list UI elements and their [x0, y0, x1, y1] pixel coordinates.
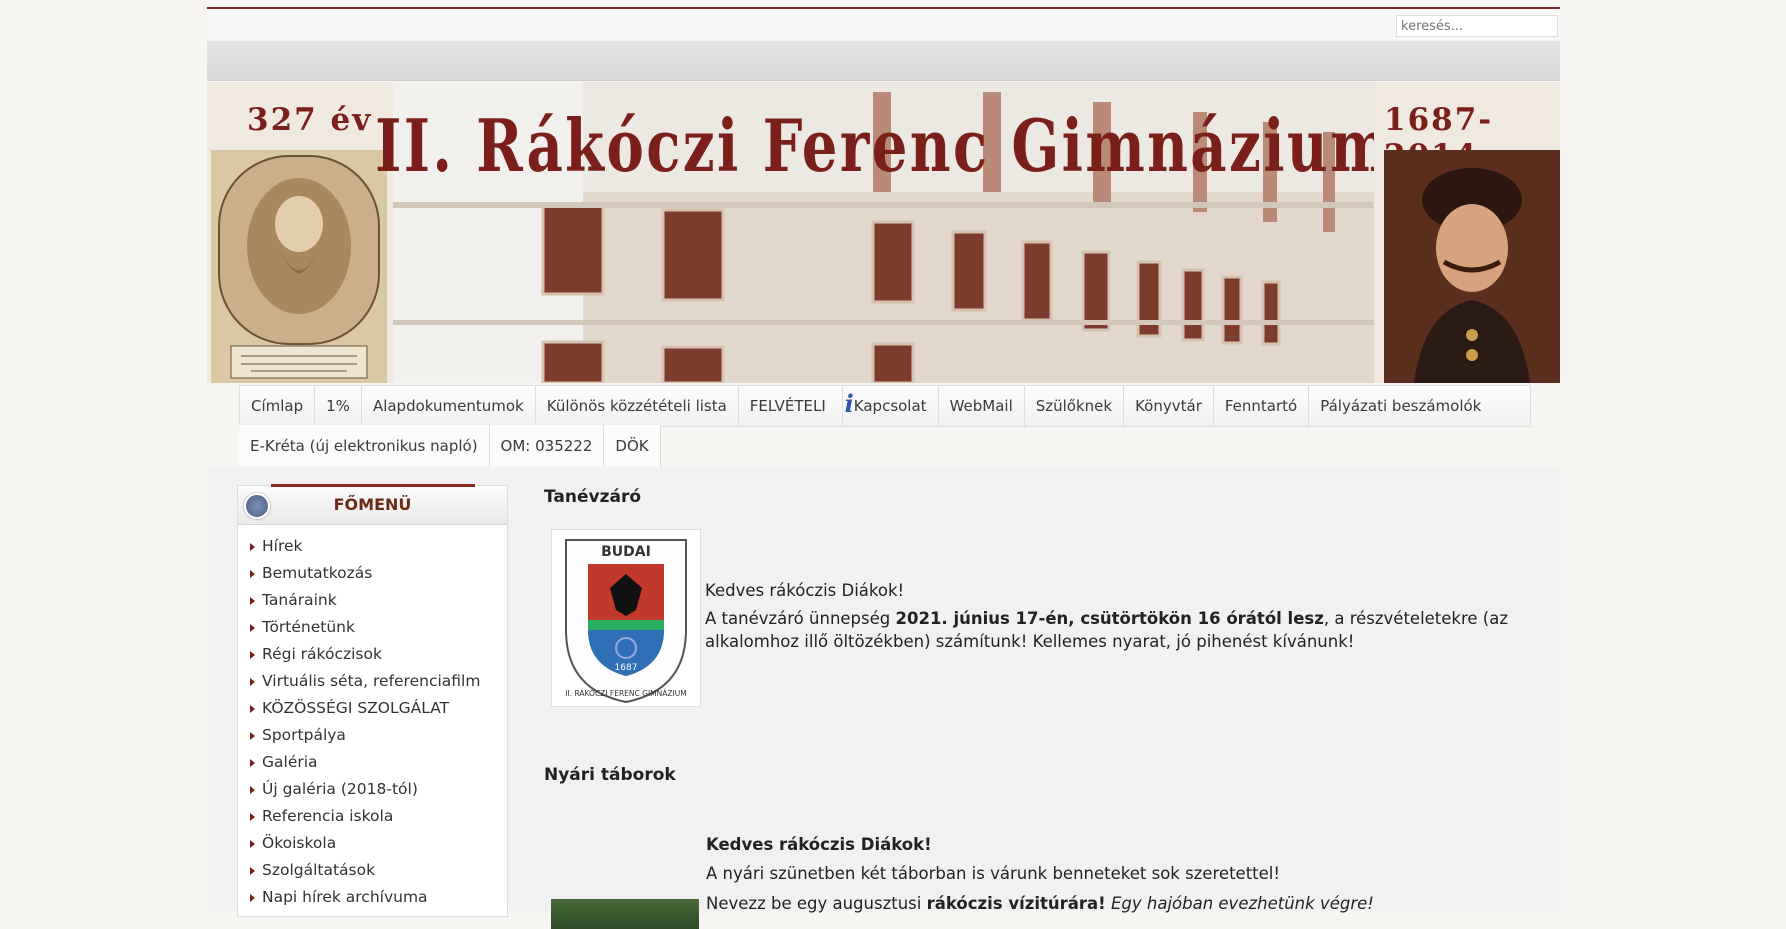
sidebar-main-menu: FŐMENÜ Hírek Bemutatkozás Tanáraink Tört…: [237, 484, 508, 917]
banner-title: II. Rákóczi Ferenc Gimnázium: [375, 102, 1392, 188]
nav-cimlap[interactable]: Címlap: [240, 386, 316, 426]
sidebar-item-szolgaltatasok[interactable]: Szolgáltatások: [250, 857, 507, 884]
article-paragraph: A tanévzáró ünnepség 2021. június 17-én,…: [705, 607, 1508, 653]
content-area: FŐMENÜ Hírek Bemutatkozás Tanáraink Tört…: [207, 467, 1560, 929]
sidebar-item-tortenetunk[interactable]: Történetünk: [250, 614, 507, 641]
sidebar-item-kozossegi-szolgalat[interactable]: KÖZÖSSÉGI SZOLGÁLAT: [250, 695, 507, 722]
nav-konyvtar[interactable]: Könyvtár: [1124, 386, 1214, 426]
nav-om-code[interactable]: OM: 035222: [489, 425, 605, 467]
sidebar-item-bemutatkozas[interactable]: Bemutatkozás: [250, 560, 507, 587]
article2-line2: Nevezz be egy augusztusi rákóczis vízitú…: [706, 892, 1374, 915]
sidebar-title: FŐMENÜ: [333, 495, 412, 514]
banner-right-panel: 1687-2014: [1374, 82, 1560, 383]
camp-photo-thumbnail: [551, 899, 699, 929]
crest-top-text: BUDAI: [601, 544, 651, 560]
nav-felveteli-label: FELVÉTELI: [749, 397, 826, 415]
article2-greeting: Kedves rákóczis Diákok!: [706, 835, 932, 854]
article-title-nyari-taborok[interactable]: Nyári táborok: [544, 765, 676, 785]
nav-kozzeteteli-lista[interactable]: Különös közzétételi lista: [536, 386, 739, 426]
sidebar-item-uj-galeria[interactable]: Új galéria (2018-tól): [250, 776, 507, 803]
nav-fenntarto[interactable]: Fenntartó: [1214, 386, 1310, 426]
article-paragraph-pre: A tanévzáró ünnepség: [705, 609, 896, 628]
nav-alapdokumentumok[interactable]: Alapdokumentumok: [362, 386, 536, 426]
sidebar-item-napi-hirek-archivuma[interactable]: Napi hírek archívuma: [250, 884, 507, 911]
sidebar-item-referencia-iskola[interactable]: Referencia iskola: [250, 803, 507, 830]
article2-line2-pre: Nevezz be egy augusztusi: [706, 894, 927, 913]
banner: 327 év II. Rákóczi Ferenc Gimnázium 1687…: [207, 82, 1560, 383]
portrait-rakoczi: [1384, 150, 1560, 383]
top-bar: [207, 9, 1560, 41]
nav-kapcsolat[interactable]: Kapcsolat: [843, 386, 939, 426]
banner-left-label: 327 év: [247, 102, 373, 138]
nav-e-kreta[interactable]: E-Kréta (új elektronikus napló): [239, 425, 490, 467]
sidebar-item-okoiskola[interactable]: Ökoiskola: [250, 830, 507, 857]
secondary-nav: E-Kréta (új elektronikus napló) OM: 0352…: [239, 425, 661, 467]
article-greeting: Kedves rákóczis Diákok!: [705, 581, 905, 600]
sidebar-item-virtualis-seta[interactable]: Virtuális séta, referenciafilm: [250, 668, 507, 695]
school-crest-image: BUDAI 1687 II. RÁKÓCZI FERENC GIMNÁZIUM: [551, 529, 701, 707]
sidebar-header: FŐMENÜ: [238, 484, 507, 525]
banner-left-panel: 327 év: [207, 82, 393, 383]
nav-felveteli[interactable]: FELVÉTELI i: [739, 386, 854, 426]
sidebar-item-regi-rakoczisok[interactable]: Régi rákóczisok: [250, 641, 507, 668]
sidebar-menu-list: Hírek Bemutatkozás Tanáraink Történetünk…: [238, 533, 507, 911]
crest-year: 1687: [615, 663, 638, 673]
article2-line2-italic: Egy hajóban evezhetünk végre!: [1105, 894, 1374, 913]
portrait-szelepcsenyi: [211, 150, 387, 383]
header-strip: [207, 41, 1560, 81]
sidebar-item-sportpalya[interactable]: Sportpálya: [250, 722, 507, 749]
nav-szuloknek[interactable]: Szülőknek: [1025, 386, 1125, 426]
main-nav: Címlap 1% Alapdokumentumok Különös közzé…: [239, 385, 1531, 427]
nav-1-percent[interactable]: 1%: [315, 386, 362, 426]
crest-ring-text: II. RÁKÓCZI FERENC GIMNÁZIUM: [565, 689, 686, 698]
search-input[interactable]: [1396, 15, 1558, 37]
article2-line1: A nyári szünetben két táborban is várunk…: [706, 864, 1280, 883]
sidebar-item-tanaraink[interactable]: Tanáraink: [250, 587, 507, 614]
article2-line2-bold[interactable]: rákóczis vízitúrára!: [927, 894, 1106, 913]
sidebar-item-hirek[interactable]: Hírek: [250, 533, 507, 560]
nav-palyazati-beszamolok[interactable]: Pályázati beszámolók: [1309, 386, 1492, 426]
page: 327 év: [207, 0, 1560, 929]
article-paragraph-bold: 2021. június 17-én, csütörtökön 16 órátó…: [895, 609, 1324, 628]
nav-dok[interactable]: DÖK: [604, 425, 661, 467]
article-title-tanevzaro[interactable]: Tanévzáró: [544, 487, 641, 507]
nav-webmail[interactable]: WebMail: [939, 386, 1025, 426]
sidebar-item-galeria[interactable]: Galéria: [250, 749, 507, 776]
